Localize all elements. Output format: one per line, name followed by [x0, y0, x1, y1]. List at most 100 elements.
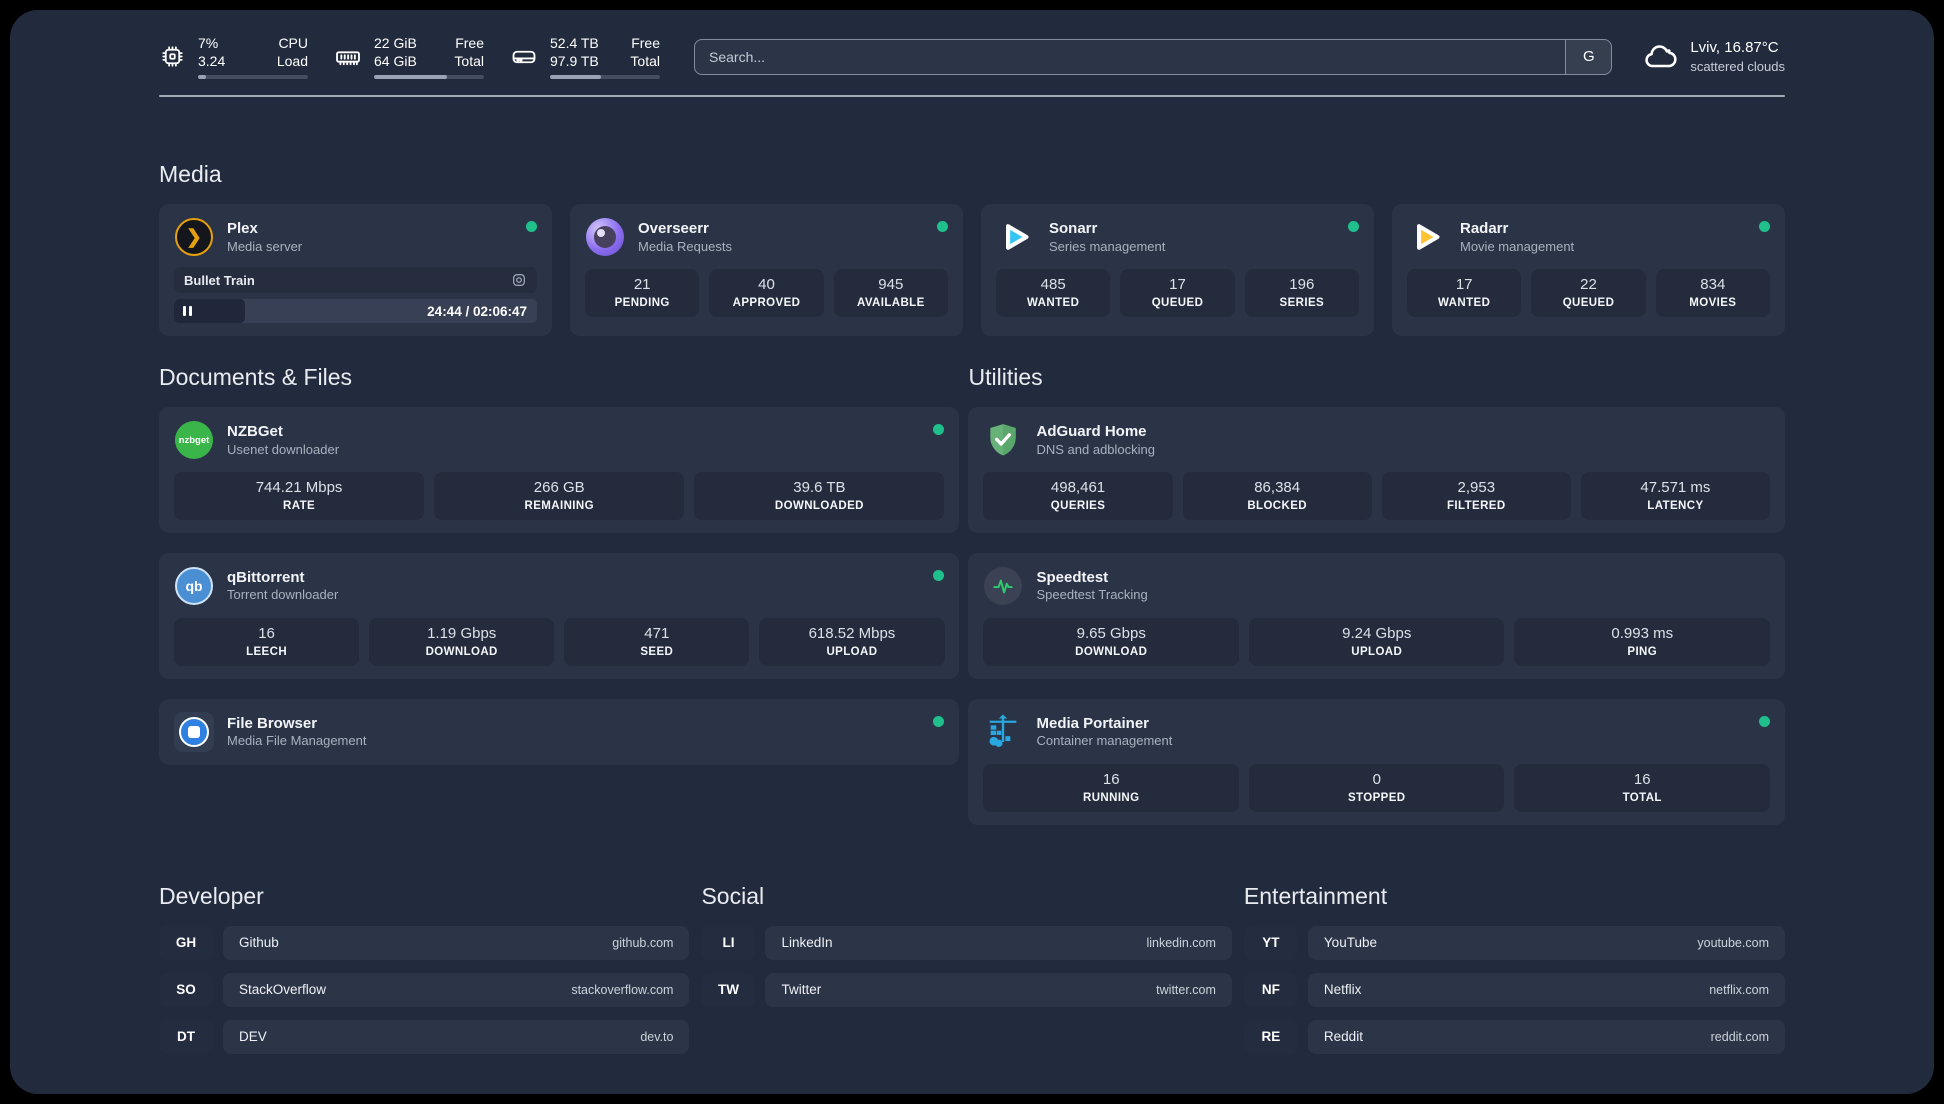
topbar-divider — [159, 95, 1785, 98]
app-card-overseerr[interactable]: Overseerr Media Requests 21 PENDING 40 A… — [570, 204, 963, 337]
stat-movies: 834 MOVIES — [1655, 269, 1770, 318]
sonarr-icon — [996, 217, 1036, 257]
app-subtitle: Container management — [1036, 733, 1173, 749]
section-title-social: Social — [701, 882, 765, 909]
link-url: twitter.com — [1156, 982, 1216, 997]
link-youtube[interactable]: YT YouTube youtube.com — [1243, 925, 1785, 960]
stat-series: 196 SERIES — [1244, 269, 1359, 318]
link-name: Reddit — [1323, 1029, 1363, 1045]
app-card-qbittorrent[interactable]: qb qBittorrent Torrent downloader 16 LEE… — [159, 553, 960, 679]
link-linkedin[interactable]: LI LinkedIn linkedin.com — [701, 925, 1232, 960]
section-title-entertainment: Entertainment — [1243, 882, 1388, 909]
section-title-developer: Developer — [159, 882, 264, 909]
qbittorrent-icon: qb — [174, 566, 214, 606]
link-prefix-badge: DT — [159, 1019, 213, 1054]
filebrowser-icon — [174, 711, 214, 752]
status-dot — [1759, 715, 1770, 727]
app-card-portainer[interactable]: Media Portainer Container management 16 … — [968, 698, 1785, 825]
plex-icon: ❯ — [174, 217, 214, 257]
link-url: dev.to — [640, 1029, 674, 1044]
ram-free-value: 22 GiB — [374, 35, 417, 51]
app-card-adguard[interactable]: AdGuard Home DNS and adblocking 498,461 … — [968, 407, 1785, 534]
app-name: AdGuard Home — [1036, 423, 1147, 441]
app-subtitle: Usenet downloader — [227, 441, 340, 457]
link-url: linkedin.com — [1146, 935, 1216, 950]
stat-downloaded: 39.6 TB DOWNLOADED — [694, 472, 945, 521]
search-input[interactable] — [695, 39, 1566, 74]
app-card-plex[interactable]: ❯ Plex Media server Bullet Train 24:44 /… — [159, 204, 552, 337]
stat-upload: 9.24 Gbps UPLOAD — [1248, 618, 1505, 666]
pause-icon[interactable] — [183, 306, 192, 317]
speedtest-icon — [983, 566, 1023, 606]
app-name: Speedtest — [1036, 568, 1109, 586]
now-playing-row: Bullet Train — [174, 267, 537, 294]
link-prefix-badge: LI — [701, 925, 756, 960]
status-dot — [526, 221, 537, 233]
link-github[interactable]: GH Github github.com — [159, 925, 690, 960]
stat-latency: 47.571 ms LATENCY — [1580, 472, 1770, 521]
link-twitter[interactable]: TW Twitter twitter.com — [701, 972, 1232, 1007]
status-dot — [1759, 221, 1770, 233]
stat-filtered: 2,953 FILTERED — [1381, 472, 1571, 521]
cpu-icon — [162, 46, 183, 67]
stat-blocked: 86,384 BLOCKED — [1182, 472, 1372, 521]
cpu-progress-fill — [198, 75, 206, 80]
stat-ping: 0.993 ms PING — [1514, 618, 1770, 666]
video-icon[interactable] — [511, 272, 527, 288]
link-name: LinkedIn — [781, 935, 833, 951]
cpu-load-label: Load — [276, 53, 308, 70]
link-reddit[interactable]: RE Reddit reddit.com — [1243, 1019, 1785, 1054]
app-card-filebrowser[interactable]: File Browser Media File Management — [159, 698, 960, 765]
cpu-usage-value: 7% — [198, 35, 219, 51]
search-engine-button[interactable]: G — [1565, 39, 1612, 74]
topbar: 7% 3.24 CPU Load 22 GiB 64 GiB Free Tota… — [159, 34, 1785, 80]
disk-progress-fill — [550, 75, 601, 80]
adguard-icon — [983, 420, 1023, 460]
link-dev[interactable]: DT DEV dev.to — [159, 1019, 690, 1054]
overseerr-icon — [585, 217, 625, 257]
app-name: Radarr — [1460, 220, 1509, 238]
app-name: Sonarr — [1049, 220, 1098, 238]
link-name: YouTube — [1323, 935, 1377, 951]
link-prefix-badge: SO — [159, 972, 213, 1007]
stat-rate: 744.21 Mbps RATE — [174, 472, 425, 521]
search-bar: G — [694, 38, 1613, 75]
weather-widget: Lviv, 16.87°C scattered clouds — [1642, 38, 1785, 76]
stat-stopped: 0 STOPPED — [1248, 763, 1505, 812]
link-prefix-badge: YT — [1243, 925, 1298, 960]
app-card-speedtest[interactable]: Speedtest Speedtest Tracking 9.65 Gbps D… — [968, 553, 1785, 679]
app-name: NZBGet — [227, 423, 283, 441]
playback-progress-bar: 24:44 / 02:06:47 — [174, 299, 537, 324]
memory-stat: 22 GiB 64 GiB Free Total — [334, 34, 484, 80]
link-name: StackOverflow — [239, 982, 327, 998]
link-name: Github — [239, 935, 279, 951]
stat-total: 16 TOTAL — [1514, 763, 1770, 812]
link-prefix-badge: RE — [1243, 1019, 1298, 1054]
stat-upload: 618.52 Mbps UPLOAD — [759, 618, 945, 666]
weather-condition: scattered clouds — [1690, 59, 1785, 75]
link-prefix-badge: TW — [701, 972, 756, 1007]
stat-leech: 16 LEECH — [174, 618, 360, 666]
app-name: Overseerr — [638, 220, 709, 238]
dashboard-panel: 7% 3.24 CPU Load 22 GiB 64 GiB Free Tota… — [10, 10, 1934, 1094]
app-card-sonarr[interactable]: Sonarr Series management 485 WANTED 17 Q… — [981, 204, 1374, 337]
cpu-stat: 7% 3.24 CPU Load — [159, 34, 308, 80]
stat-download: 9.65 Gbps DOWNLOAD — [983, 618, 1239, 666]
app-name: File Browser — [227, 714, 318, 732]
cloud-icon — [1645, 44, 1677, 67]
ram-total-label: Total — [454, 53, 484, 70]
app-card-nzbget[interactable]: nzbget NZBGet Usenet downloader 744.21 M… — [159, 407, 960, 534]
app-name: qBittorrent — [227, 568, 305, 586]
disk-total-label: Total — [630, 53, 660, 70]
ram-total-value: 64 GiB — [374, 53, 417, 70]
ram-free-label: Free — [455, 35, 484, 51]
link-url: stackoverflow.com — [571, 982, 674, 997]
link-netflix[interactable]: NF Netflix netflix.com — [1243, 972, 1785, 1007]
weather-location-temp: Lviv, 16.87°C — [1690, 38, 1779, 56]
app-card-radarr[interactable]: Radarr Movie management 17 WANTED 22 QUE… — [1392, 204, 1785, 337]
cpu-load-value: 3.24 — [198, 53, 226, 70]
link-stackoverflow[interactable]: SO StackOverflow stackoverflow.com — [159, 972, 690, 1007]
stat-remaining: 266 GB REMAINING — [434, 472, 685, 521]
app-subtitle: Speedtest Tracking — [1036, 587, 1148, 603]
nzbget-icon: nzbget — [174, 420, 214, 460]
